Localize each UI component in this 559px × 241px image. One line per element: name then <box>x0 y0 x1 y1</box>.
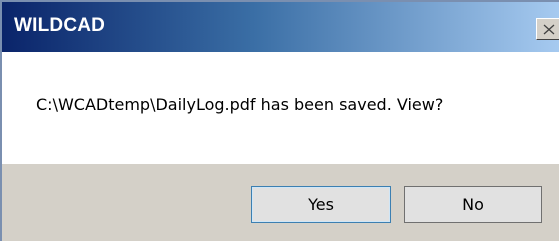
yes-button[interactable]: Yes <box>251 186 391 223</box>
message-area: C:\WCADtemp\DailyLog.pdf has been saved.… <box>2 52 559 164</box>
dialog-title: WILDCAD <box>14 15 106 36</box>
dialog-message: C:\WCADtemp\DailyLog.pdf has been saved.… <box>36 95 444 114</box>
title-bar[interactable]: WILDCAD <box>2 2 559 52</box>
button-panel: Yes No <box>2 164 559 241</box>
close-icon <box>542 23 556 36</box>
no-button[interactable]: No <box>404 186 542 223</box>
message-dialog: WILDCAD C:\WCADtemp\DailyLog.pdf has bee… <box>0 0 559 241</box>
close-button[interactable] <box>536 18 559 40</box>
